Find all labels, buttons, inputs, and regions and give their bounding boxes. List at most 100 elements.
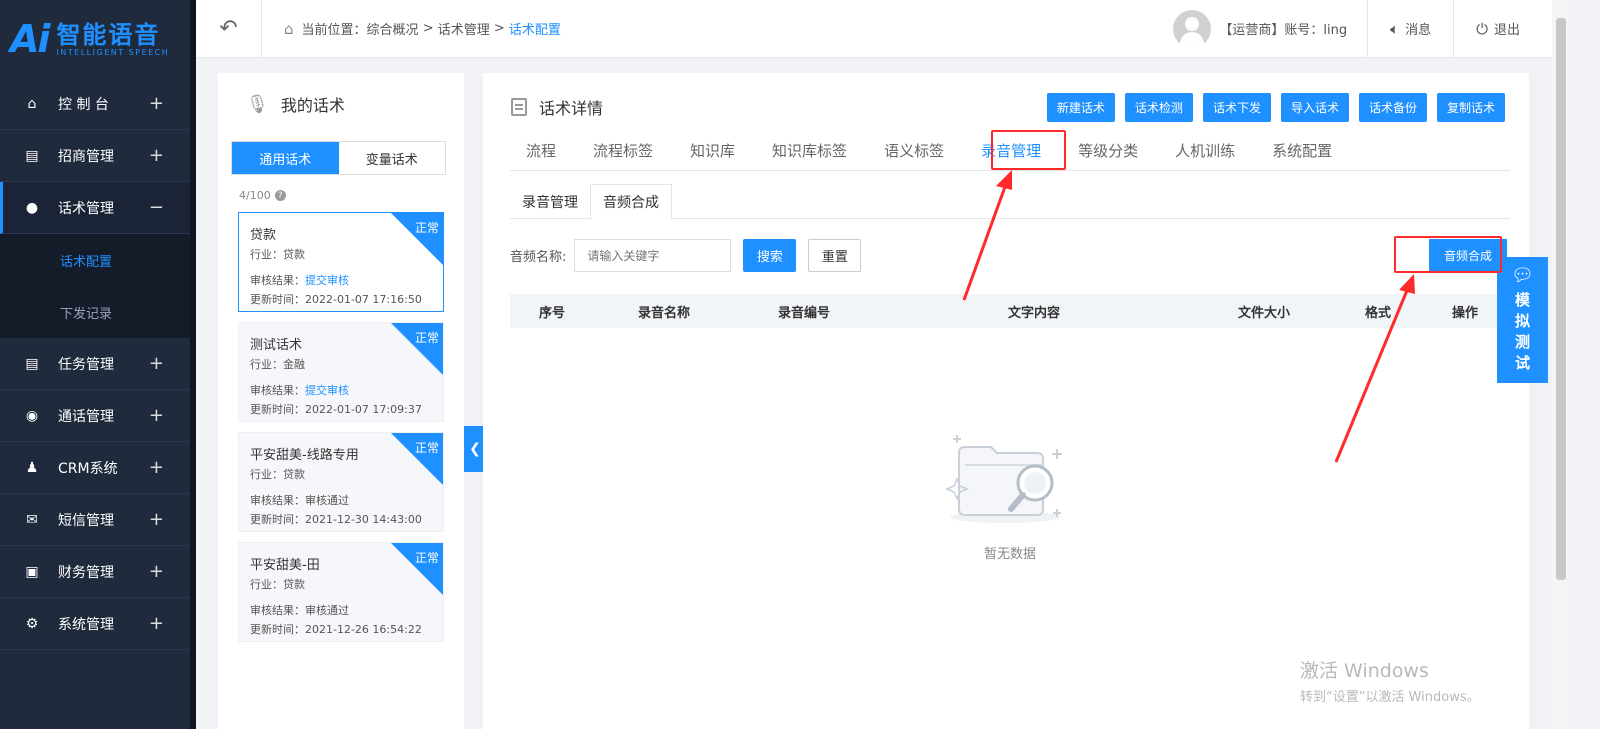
logo-brand: 智能语音 INTELLIGENT SPEECH <box>56 22 169 57</box>
subtab-recording-manage[interactable]: 录音管理 <box>510 184 590 219</box>
script-count: 4/100 ? <box>239 189 464 202</box>
script-card[interactable]: 正常 贷款 行业：贷款 审核结果：提交审核 更新时间：2022-01-07 17:16:… <box>238 212 444 312</box>
tab-6[interactable]: 等级分类 <box>1062 131 1154 169</box>
avatar[interactable] <box>1173 9 1212 48</box>
submenu-item-1[interactable]: 下发记录 <box>0 286 190 338</box>
card-updated: 更新时间：2022-01-07 17:09:37 <box>250 403 422 416</box>
tab-2[interactable]: 知识库 <box>674 131 751 169</box>
card-updated: 更新时间：2022-01-07 17:16:50 <box>250 293 422 306</box>
status-badge: 正常 <box>414 331 439 345</box>
simulation-test-button[interactable]: 💬︎ 模拟测试 <box>1497 257 1548 383</box>
script-card[interactable]: 正常 平安甜美-田 行业：贷款 审核结果：审核通过 更新时间：2021-12-26 16… <box>238 542 444 642</box>
clipboard-check-icon: ▤ <box>25 355 39 372</box>
sidebar-item-5[interactable]: ♟ CRM系统 + <box>0 442 190 494</box>
tab-general-scripts[interactable]: 通用话术 <box>232 142 339 174</box>
action-button-2[interactable]: 话术下发 <box>1202 93 1271 122</box>
breadcrumb-script-manage[interactable]: 话术管理 <box>438 19 490 38</box>
script-type-tabs: 通用话术 变量话术 <box>231 141 446 175</box>
highlight-box-synthesis-button <box>1394 236 1502 273</box>
status-badge: 正常 <box>414 221 439 235</box>
card-audit: 审核结果：审核通过 <box>250 492 443 508</box>
phone-icon: ◉ <box>25 407 39 424</box>
sidebar-item-0[interactable]: ⌂ 控 制 台 + <box>0 78 190 130</box>
script-count-text: 4/100 <box>239 189 271 202</box>
tab-0[interactable]: 流程 <box>510 131 572 169</box>
card-updated: 更新时间：2021-12-30 14:43:00 <box>250 513 422 526</box>
audio-name-input[interactable] <box>574 239 732 272</box>
my-scripts-title: 🎙︎ 我的话术 <box>218 73 464 135</box>
sidebar-item-1[interactable]: ▤ 招商管理 + <box>0 130 190 182</box>
tab-3[interactable]: 知识库标签 <box>756 131 863 169</box>
subtab-audio-synthesis[interactable]: 音频合成 <box>590 184 672 220</box>
card-updated: 更新时间：2021-12-26 16:54:22 <box>250 623 422 636</box>
sidebar-item-4[interactable]: ◉ 通话管理 + <box>0 390 190 442</box>
breadcrumb-overview[interactable]: 综合概况 <box>367 19 419 38</box>
search-label: 音频名称: <box>510 250 567 265</box>
header-right: 【运营商】账号：ling 🔈︎ 消息 ⏻ 退出 <box>1173 0 1552 58</box>
top-header: ↶ ⌂ 当前位置： 综合概况 > 话术管理 > 话术配置 【运营商】账号：lin… <box>196 0 1552 58</box>
chat-icon: 💬︎ <box>1511 265 1534 286</box>
sidebar-item-label: 财务管理 <box>58 564 114 581</box>
toggle-icon: − <box>148 197 164 218</box>
empty-state: 暂无数据 <box>945 423 1075 562</box>
tab-4[interactable]: 语义标签 <box>868 131 960 169</box>
column-header-1: 录音名称 <box>638 305 691 321</box>
script-detail-title-text: 话术详情 <box>539 99 604 118</box>
messages-button[interactable]: 🔈︎ 消息 <box>1368 0 1455 58</box>
toggle-icon: + <box>148 613 164 634</box>
card-audit: 审核结果：提交审核 <box>250 382 443 398</box>
script-detail-title: 话术详情 <box>511 95 603 119</box>
audit-value: 审核通过 <box>305 604 349 617</box>
table-header: 序号 录音名称 录音编号 文字内容 文件大小 格式 操作 <box>510 294 1510 328</box>
action-button-0[interactable]: 新建话术 <box>1046 93 1115 122</box>
search-button[interactable]: 搜索 <box>743 239 797 272</box>
toggle-icon: + <box>148 145 164 166</box>
toggle-icon: + <box>148 509 164 530</box>
toggle-icon: + <box>148 405 164 426</box>
sidebar-item-6[interactable]: ✉ 短信管理 + <box>0 494 190 546</box>
sidebar-item-3[interactable]: ▤ 任务管理 + <box>0 338 190 390</box>
sidebar-item-7[interactable]: ▣ 财务管理 + <box>0 546 190 598</box>
tab-1[interactable]: 流程标签 <box>577 131 669 169</box>
page-scrollbar[interactable] <box>1556 18 1566 580</box>
my-scripts-panel: 🎙︎ 我的话术 通用话术 变量话术 4/100 ? 正常 贷款 行业：贷款 审核结果：… <box>218 73 464 729</box>
back-button[interactable]: ↶ <box>196 0 262 58</box>
logout-label: 退出 <box>1493 23 1520 38</box>
column-header-4: 文件大小 <box>1238 305 1291 321</box>
empty-text: 暂无数据 <box>983 547 1036 562</box>
action-button-3[interactable]: 导入话术 <box>1280 93 1349 122</box>
script-card[interactable]: 正常 测试话术 行业：金融 审核结果：提交审核 更新时间：2022-01-07 17:0… <box>238 322 444 422</box>
audit-value: 审核通过 <box>305 494 349 507</box>
status-badge: 正常 <box>414 441 439 455</box>
breadcrumb-sep: > <box>418 21 438 36</box>
submenu: 话术配置 下发记录 <box>0 234 190 338</box>
submenu-item-0[interactable]: 话术配置 <box>0 234 190 286</box>
audit-value[interactable]: 提交审核 <box>305 274 349 287</box>
sidebar-item-2[interactable]: ● 话术管理 − <box>0 182 190 234</box>
speaker-icon: 🔈︎ <box>1390 19 1400 38</box>
sidebar-item-8[interactable]: ⚙ 系统管理 + <box>0 598 190 650</box>
script-detail-panel: 话术详情 新建话术 话术检测 话术下发 导入话术 话术备份 复制话术 流程 流程标签 知识库知… <box>483 73 1529 729</box>
user-icon: ♟ <box>25 459 39 476</box>
wallet-icon: ▣ <box>25 563 39 580</box>
column-header-3: 文字内容 <box>1008 305 1061 321</box>
recording-subtabs: 录音管理 音频合成 <box>510 184 1510 220</box>
reset-button[interactable]: 重置 <box>808 239 862 272</box>
sidebar-item-label: 通话管理 <box>58 408 114 425</box>
help-icon[interactable]: ? <box>274 190 286 201</box>
tab-7[interactable]: 人机训练 <box>1159 131 1251 169</box>
tab-8[interactable]: 系统配置 <box>1256 131 1348 169</box>
action-button-4[interactable]: 话术备份 <box>1358 93 1427 122</box>
watermark-line2: 转到“设置”以激活 Windows。 <box>1300 690 1480 705</box>
logout-button[interactable]: ⏻ 退出 <box>1454 0 1552 58</box>
action-button-1[interactable]: 话术检测 <box>1124 93 1193 122</box>
sidebar-edge <box>190 0 196 729</box>
script-card[interactable]: 正常 平安甜美-线路专用 行业：贷款 审核结果：审核通过 更新时间：2021-12-30… <box>238 432 444 532</box>
power-icon: ⏻ <box>1476 19 1488 38</box>
tab-variable-scripts[interactable]: 变量话术 <box>339 142 446 174</box>
card-audit: 审核结果：审核通过 <box>250 602 443 618</box>
mail-icon: ✉ <box>26 511 38 528</box>
action-button-5[interactable]: 复制话术 <box>1436 93 1505 122</box>
audit-value[interactable]: 提交审核 <box>305 384 349 397</box>
microphone-icon: ● <box>25 199 39 216</box>
